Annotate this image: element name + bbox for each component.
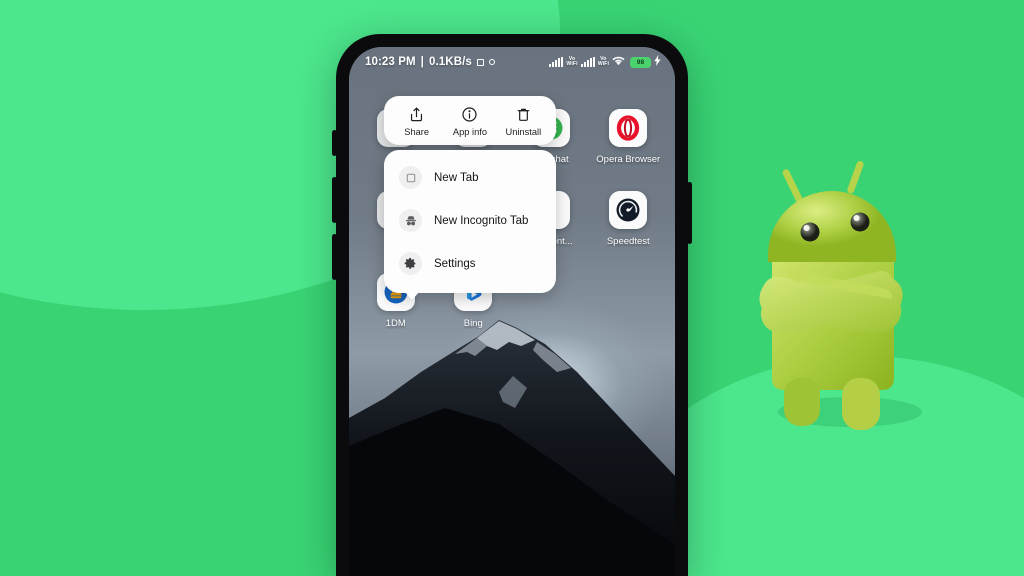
vowifi-label-1: Vo WiFi [566, 55, 578, 67]
status-separator: | [420, 56, 424, 68]
phone-side-button-volume-down[interactable] [332, 234, 337, 280]
menu-pointer-arrow [404, 291, 420, 300]
vowifi-label-2: Vo WiFi [597, 55, 609, 67]
circle-icon [488, 59, 495, 65]
status-bar-left: 10:23 PM | 0.1KB/s [365, 56, 495, 68]
app-label: 1DM [385, 318, 406, 329]
quick-action-label: Uninstall [505, 127, 542, 137]
app-shortcut-menu: New Tab New Incognito Tab Settings [384, 150, 556, 300]
charging-bolt-icon [654, 55, 661, 69]
status-bar-right: Vo WiFi Vo WiFi 98 [549, 55, 661, 69]
phone-side-button-volume-up[interactable] [332, 177, 337, 223]
shortcut-new-incognito-tab[interactable]: New Incognito Tab [384, 199, 556, 242]
quick-action-label: App info [452, 127, 488, 137]
shortcut-settings[interactable]: Settings [384, 242, 556, 285]
shortcut-new-tab[interactable]: New Tab [384, 156, 556, 199]
signal-bars-icon [549, 57, 564, 67]
trash-icon [515, 106, 532, 123]
phone-side-button-mute[interactable] [332, 130, 337, 156]
quick-action-share[interactable]: Share [392, 106, 442, 137]
square-icon [476, 58, 484, 66]
app-speedtest[interactable]: Speedtest [590, 191, 668, 247]
app-opera-browser[interactable]: Opera Browser [590, 109, 668, 165]
phone-mockup: 10:23 PM | 0.1KB/s Vo WiFi Vo WiFi 98 ch… [332, 34, 692, 576]
opera-icon [609, 109, 648, 147]
status-network-speed: 0.1KB/s [429, 56, 472, 68]
status-bar: 10:23 PM | 0.1KB/s Vo WiFi Vo WiFi 98 [349, 47, 675, 77]
square-outline-icon [399, 166, 422, 189]
shortcut-label: New Tab [434, 171, 479, 184]
info-circle-icon [461, 106, 478, 123]
speedometer-icon [609, 191, 648, 229]
quick-actions-bar: Share App info Uninstall [384, 96, 556, 145]
quick-action-app-info[interactable]: App info [445, 106, 495, 137]
shortcut-label: New Incognito Tab [434, 214, 529, 227]
gear-icon [399, 252, 422, 275]
app-label: Bing [463, 318, 483, 329]
share-upload-icon [408, 106, 425, 123]
battery-indicator: 98 [630, 56, 651, 68]
quick-action-label: Share [404, 127, 430, 137]
quick-action-uninstall[interactable]: Uninstall [498, 106, 548, 137]
app-label: Speedtest [606, 236, 650, 247]
android-mascot [742, 150, 942, 450]
app-label: Opera Browser [596, 154, 661, 165]
signal-bars-icon-2 [580, 57, 595, 67]
status-time: 10:23 PM [365, 56, 416, 68]
app-context-menu: Share App info Uninstall New Tab New Inc… [384, 96, 556, 300]
shortcut-label: Settings [434, 257, 476, 270]
incognito-icon [399, 209, 422, 232]
phone-side-button-power[interactable] [687, 182, 692, 244]
wifi-icon [612, 55, 625, 69]
phone-screen: 10:23 PM | 0.1KB/s Vo WiFi Vo WiFi 98 ch… [349, 47, 675, 576]
